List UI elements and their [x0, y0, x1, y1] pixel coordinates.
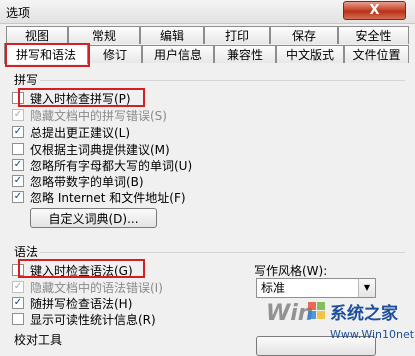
spelling-divider — [40, 80, 405, 81]
checkbox[interactable]: ✓ — [12, 281, 24, 293]
option-label: 隐藏文档中的语法错误(I) — [30, 280, 163, 295]
grammar-divider — [40, 252, 405, 253]
option-label: 总提出更正建议(L) — [30, 125, 131, 140]
option-label: 忽略 Internet 和文件地址(F) — [30, 190, 186, 205]
checkbox[interactable]: ✓ — [12, 109, 24, 121]
watermark-logo: Win 系统之家 Www.Win10net.com — [266, 301, 415, 341]
checkbox[interactable] — [12, 313, 24, 325]
check-grammar-with-spelling[interactable]: ✓ 随拼写检查语法(H) — [12, 295, 132, 311]
ignore-words-with-numbers[interactable]: ✓ 忽略带数字的单词(B) — [12, 173, 144, 189]
tab-user-info[interactable]: 用户信息 — [142, 45, 214, 63]
option-label: 键入时检查语法(G) — [30, 263, 133, 278]
checkbox[interactable]: ✓ — [12, 175, 24, 187]
custom-dictionaries-button[interactable]: 自定义词典(D)... — [30, 208, 157, 228]
hide-grammar-errors[interactable]: ✓ 隐藏文档中的语法错误(I) — [12, 279, 163, 295]
close-button[interactable]: X — [343, 1, 406, 20]
always-suggest-corrections[interactable]: ✓ 总提出更正建议(L) — [12, 124, 130, 140]
svg-text:Www.Win10net.com: Www.Win10net.com — [330, 328, 414, 341]
tab-track-changes[interactable]: 修订 — [88, 45, 142, 63]
site-watermark: Win 系统之家 Www.Win10net.com — [264, 292, 415, 352]
ignore-uppercase-words[interactable]: ✓ 忽略所有字母都大写的单词(U) — [12, 157, 192, 173]
option-label: 键入时检查拼写(P) — [30, 91, 131, 106]
check-spelling-as-you-type[interactable]: 键入时检查拼写(P) — [12, 90, 131, 106]
option-label: 显示可读性统计信息(R) — [30, 312, 156, 327]
tab-compatibility[interactable]: 兼容性 — [214, 45, 276, 63]
suggest-from-main-dictionary[interactable]: 仅根据主词典提供建议(M) — [12, 141, 170, 157]
option-label: 忽略带数字的单词(B) — [30, 174, 144, 189]
tab-security[interactable]: 安全性 — [338, 26, 409, 44]
show-readability-statistics[interactable]: 显示可读性统计信息(R) — [12, 311, 156, 327]
ignore-internet-addresses[interactable]: ✓ 忽略 Internet 和文件地址(F) — [12, 189, 186, 205]
svg-text:系统之家: 系统之家 — [330, 303, 398, 324]
checkbox[interactable]: ✓ — [12, 191, 24, 203]
option-label: 隐藏文档中的拼写错误(S) — [30, 108, 167, 123]
checkbox[interactable]: ✓ — [12, 297, 24, 309]
svg-text:Win: Win — [266, 301, 313, 326]
check-grammar-as-you-type[interactable]: 键入时检查语法(G) — [12, 262, 133, 278]
checkbox[interactable] — [12, 92, 24, 104]
tab-spelling-grammar[interactable]: 拼写和语法 — [4, 43, 88, 64]
hide-spelling-errors[interactable]: ✓ 隐藏文档中的拼写错误(S) — [12, 107, 167, 123]
title-bar: 选项 X — [0, 0, 415, 24]
option-label: 仅根据主词典提供建议(M) — [30, 142, 170, 157]
option-label: 随拼写检查语法(H) — [30, 296, 133, 311]
option-label: 忽略所有字母都大写的单词(U) — [30, 158, 193, 173]
checkbox[interactable] — [12, 264, 24, 276]
tab-general[interactable]: 常规 — [68, 26, 140, 44]
grammar-heading: 语法 — [14, 245, 39, 259]
tab-edit[interactable]: 编辑 — [140, 26, 204, 44]
checkbox[interactable]: ✓ — [12, 159, 24, 171]
tab-print[interactable]: 打印 — [204, 26, 270, 44]
tab-chinese-layout[interactable]: 中文版式 — [276, 45, 344, 63]
window-title: 选项 — [6, 6, 31, 20]
checkbox[interactable]: ✓ — [12, 126, 24, 138]
tab-save[interactable]: 保存 — [270, 26, 338, 44]
spelling-heading: 拼写 — [14, 73, 39, 87]
writing-style-label: 写作风格(W): — [254, 264, 328, 278]
tab-view[interactable]: 视图 — [6, 26, 68, 44]
tab-file-locations[interactable]: 文件位置 — [344, 45, 409, 63]
proofing-tools-heading: 校对工具 — [14, 333, 63, 347]
checkbox[interactable] — [12, 143, 24, 155]
